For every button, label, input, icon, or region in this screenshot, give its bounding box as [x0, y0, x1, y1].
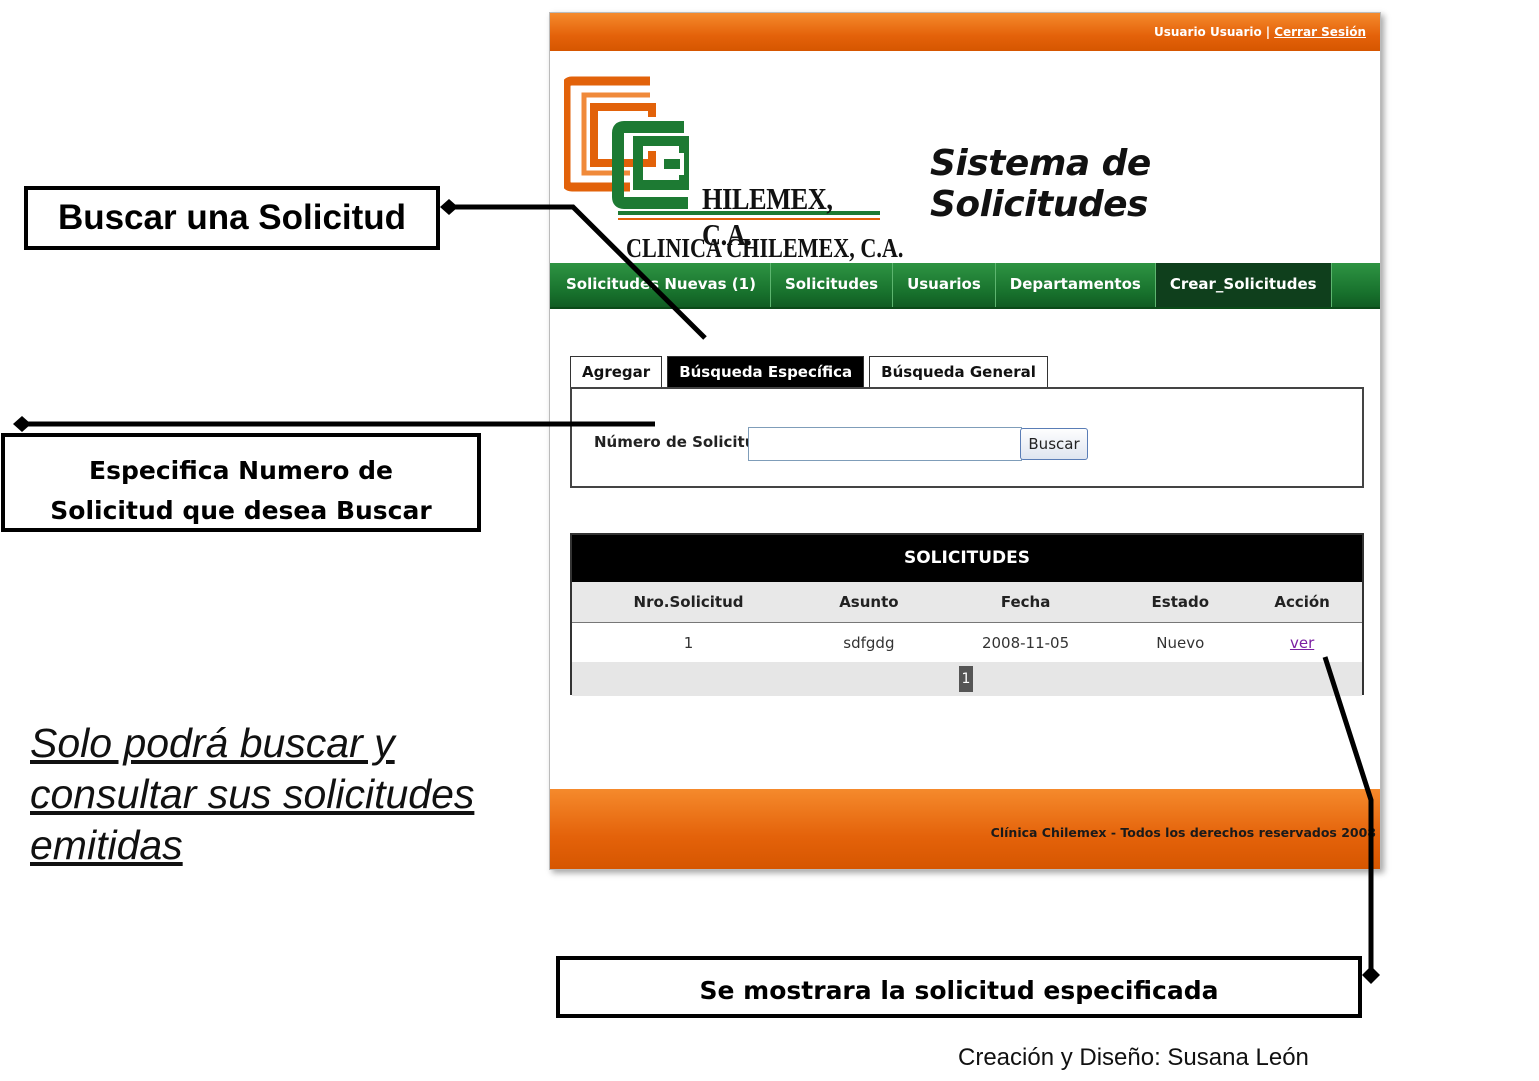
nav-item-solicitudes[interactable]: Solicitudes [771, 263, 894, 307]
note-line3: emitidas [30, 822, 183, 868]
top-bar: Usuario Usuario | Cerrar Sesión [550, 13, 1380, 51]
nav-item-crear-solicitudes[interactable]: Crear_Solicitudes [1155, 263, 1332, 307]
nav-item-solicitudes-nuevas[interactable]: Solicitudes Nuevas (1) [552, 263, 771, 307]
note-line2: consultar sus solicitudes [30, 771, 475, 817]
column-header-accion: Acción [1242, 582, 1362, 623]
search-label: Número de Solicitud: [594, 433, 773, 451]
callout-buscar-solicitud: Buscar una Solicitud [24, 186, 440, 250]
cell-fecha: 2008-11-05 [981, 633, 1070, 652]
callout-especifica-line2: Solicitud que desea Buscar [50, 496, 432, 525]
page-title: Sistema de Solicitudes [930, 143, 1151, 225]
logo-subname: CLINICA CHILEMEX, C.A. [626, 233, 904, 263]
table-header-row: Nro.Solicitud Asunto Fecha Estado Acción [572, 582, 1362, 623]
cell-estado: Nuevo [1156, 633, 1205, 652]
footer: Clínica Chilemex - Todos los derechos re… [550, 789, 1380, 869]
pagination: 1 [572, 662, 1362, 696]
results-table: Nro.Solicitud Asunto Fecha Estado Acción… [572, 582, 1362, 662]
footer-text: Clínica Chilemex - Todos los derechos re… [990, 825, 1376, 840]
tab-agregar[interactable]: Agregar [570, 356, 663, 387]
search-button[interactable]: Buscar [1020, 428, 1088, 460]
note-text: Solo podrá buscar y consultar sus solici… [30, 718, 500, 871]
solicitud-number-input[interactable] [748, 427, 1022, 461]
header: HILEMEX, C.A. CLINICA CHILEMEX, C.A. Sis… [550, 51, 1380, 263]
callout-mostrara-solicitud: Se mostrara la solicitud especificada [556, 956, 1362, 1018]
logo: HILEMEX, C.A. CLINICA CHILEMEX, C.A. [561, 73, 903, 263]
app-window: Usuario Usuario | Cerrar Sesión HILEMEX,… [549, 12, 1381, 870]
results-table-panel: SOLICITUDES Nro.Solicitud Asunto Fecha E… [570, 533, 1364, 696]
user-separator: | [1265, 25, 1271, 39]
user-name: Usuario Usuario [1154, 25, 1262, 39]
tab-busqueda-general[interactable]: Búsqueda General [869, 356, 1048, 387]
table-row: 1 sdfgdg 2008-11-05 Nuevo ver [572, 623, 1362, 663]
cell-asunto: sdfgdg [843, 633, 895, 652]
callout-especifica-numero: Especifica Numero de Solicitud que desea… [1, 433, 481, 532]
logout-link[interactable]: Cerrar Sesión [1274, 25, 1366, 39]
column-header-estado: Estado [1118, 582, 1243, 623]
nav-item-usuarios[interactable]: Usuarios [893, 263, 996, 307]
main-nav: Solicitudes Nuevas (1) Solicitudes Usuar… [550, 263, 1380, 309]
note-line1: Solo podrá buscar y [30, 720, 395, 766]
credit-text: Creación y Diseño: Susana León [958, 1044, 1309, 1071]
column-header-nro: Nro.Solicitud [572, 582, 806, 623]
nav-item-departamentos[interactable]: Departamentos [996, 263, 1156, 307]
ver-link[interactable]: ver [1290, 634, 1314, 652]
column-header-asunto: Asunto [805, 582, 933, 623]
tab-bar: Agregar Búsqueda Específica Búsqueda Gen… [570, 356, 1053, 388]
cell-nro: 1 [683, 633, 694, 652]
column-header-fecha: Fecha [932, 582, 1119, 623]
user-bar: Usuario Usuario | Cerrar Sesión [1154, 25, 1366, 39]
search-panel: Número de Solicitud: Buscar [570, 387, 1364, 488]
page-number[interactable]: 1 [959, 666, 973, 692]
callout-especifica-line1: Especifica Numero de [89, 456, 393, 485]
results-title: SOLICITUDES [572, 535, 1362, 582]
tab-busqueda-especifica[interactable]: Búsqueda Específica [667, 356, 865, 387]
cell-accion: ver [1242, 623, 1362, 663]
